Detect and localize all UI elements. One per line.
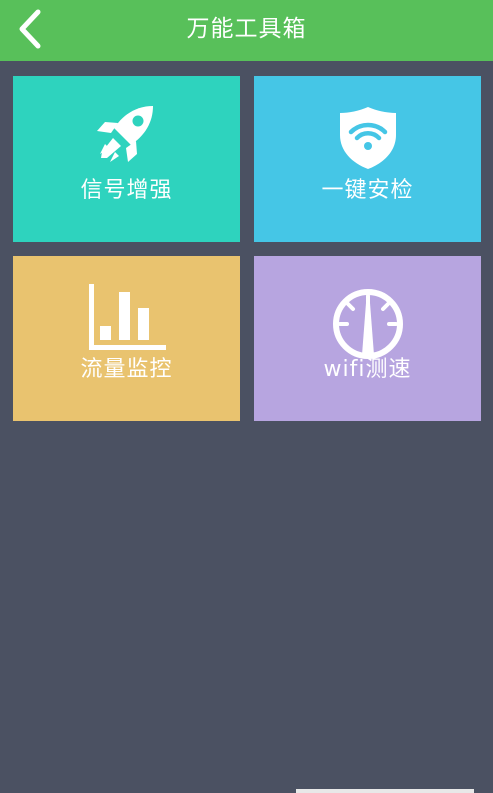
home-indicator [296,789,474,793]
rocket-icon [96,106,153,162]
traffic-monitor-tile[interactable]: 流量监控 [13,256,240,421]
tile-label: 信号增强 [80,178,173,203]
header-bar: 万能工具箱 [0,0,493,61]
tile-label: 流量监控 [80,357,173,382]
signal-boost-tile[interactable]: 信号增强 [13,76,240,242]
tile-label: wifi测速 [323,357,412,382]
tile-label: 一键安检 [321,178,414,203]
shield-wifi-icon [339,107,396,169]
page-title: 万能工具箱 [186,16,307,42]
bar-chart-icon [88,284,166,350]
speedometer-icon [332,289,403,359]
security-check-tile[interactable]: 一键安检 [254,76,481,242]
wifi-speed-test-tile[interactable]: wifi测速 [254,256,481,421]
